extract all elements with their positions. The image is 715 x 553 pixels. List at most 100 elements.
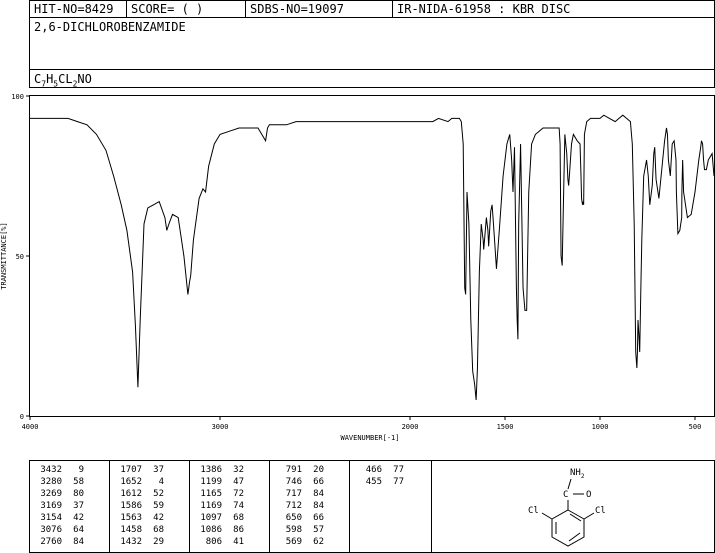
- peak-row: 466 77: [350, 464, 404, 476]
- peak-wavenumber: 3076: [40, 525, 62, 535]
- amide-nh2-label: NH2: [570, 468, 585, 480]
- chlorine-left-label: Cl: [528, 506, 539, 516]
- peak-row: 650 66: [270, 512, 324, 524]
- peak-transmittance: 72: [233, 489, 244, 499]
- peak-transmittance: 59: [153, 501, 164, 511]
- peak-wavenumber: 1386: [200, 465, 222, 475]
- peak-wavenumber: 569: [285, 537, 302, 547]
- divider: [189, 461, 190, 552]
- peak-transmittance: 57: [313, 525, 324, 535]
- peak-wavenumber: 3154: [40, 513, 62, 523]
- peak-transmittance: 37: [73, 501, 84, 511]
- peak-transmittance: 74: [233, 501, 244, 511]
- bond-c-n: [567, 478, 572, 490]
- carbonyl-oxygen-label: O: [586, 490, 591, 500]
- x-tick-label: 1000: [592, 423, 609, 431]
- peak-row: 3169 37: [30, 500, 84, 512]
- y-tick-label: 100: [11, 93, 24, 101]
- x-tick-label: 3000: [212, 423, 229, 431]
- peak-transmittance: 77: [393, 465, 404, 475]
- peak-row: 2760 84: [30, 536, 84, 548]
- peak-wavenumber: 791: [285, 465, 302, 475]
- peak-wavenumber: 746: [285, 477, 302, 487]
- peak-wavenumber: 598: [285, 525, 302, 535]
- peak-transmittance: 64: [73, 525, 84, 535]
- plot-frame: [29, 95, 715, 417]
- x-tick-label: 2000: [402, 423, 419, 431]
- peak-wavenumber: 1432: [120, 537, 142, 547]
- peak-wavenumber: 1612: [120, 489, 142, 499]
- peak-transmittance: 66: [313, 513, 324, 523]
- peak-transmittance: 84: [313, 501, 324, 511]
- peak-column: 791 20 746 66 717 84 712 84 650 66 598 57 569 62: [270, 461, 324, 552]
- bond-ring-cl-left: [541, 512, 553, 520]
- peak-transmittance: 58: [73, 477, 84, 487]
- peak-wavenumber: 1169: [200, 501, 222, 511]
- peak-row: 1169 74: [190, 500, 244, 512]
- peak-wavenumber: 1458: [120, 525, 142, 535]
- benzene-ring: [551, 509, 585, 547]
- ring-double-bond: [569, 513, 582, 522]
- peak-wavenumber: 712: [285, 501, 302, 511]
- peak-transmittance: 84: [313, 489, 324, 499]
- peak-row: 1165 72: [190, 488, 244, 500]
- peak-transmittance: 68: [233, 513, 244, 523]
- peak-wavenumber: 1707: [120, 465, 142, 475]
- peak-transmittance: 42: [73, 513, 84, 523]
- peak-transmittance: 47: [233, 477, 244, 487]
- peak-transmittance: 9: [78, 465, 84, 475]
- y-axis-label: TRANSMITTANCE[%]: [0, 222, 8, 289]
- peak-transmittance: 4: [158, 477, 164, 487]
- peak-transmittance: 32: [233, 465, 244, 475]
- peak-wavenumber: 1165: [200, 489, 222, 499]
- peak-row: 1086 86: [190, 524, 244, 536]
- peak-row: 1707 37: [110, 464, 164, 476]
- peak-wavenumber: 3432: [40, 465, 62, 475]
- peak-wavenumber: 1652: [120, 477, 142, 487]
- peak-table: 3432 9 3280 58 3269 80 3169 37 3154 42 3076 64 2760 8…: [29, 460, 715, 553]
- peak-row: 746 66: [270, 476, 324, 488]
- peak-wavenumber: 2760: [40, 537, 62, 547]
- divider: [349, 461, 350, 552]
- peak-row: 569 62: [270, 536, 324, 548]
- peak-transmittance: 52: [153, 489, 164, 499]
- peak-row: 1386 32: [190, 464, 244, 476]
- peak-transmittance: 62: [313, 537, 324, 547]
- peak-wavenumber: 455: [365, 477, 382, 487]
- spectrum-line: [30, 114, 715, 401]
- peak-wavenumber: 3280: [40, 477, 62, 487]
- peak-transmittance: 41: [233, 537, 244, 547]
- peak-row: 717 84: [270, 488, 324, 500]
- peak-row: 1563 42: [110, 512, 164, 524]
- structure-diagram: NH2 C O Cl Cl: [528, 468, 606, 547]
- x-tick-label: 500: [689, 423, 702, 431]
- carbonyl-carbon-label: C: [563, 490, 568, 500]
- peak-column: 1386 32 1199 47 1165 72 1169 74 1097 68 1086 86 806 4…: [190, 461, 244, 552]
- peak-wavenumber: 650: [285, 513, 302, 523]
- x-tick-label: 4000: [22, 423, 39, 431]
- peak-transmittance: 86: [233, 525, 244, 535]
- ir-spectrum-chart: 0 50 100 4000 3000 2000 1500 1000 500 WAVENUMBE…: [0, 93, 715, 442]
- peak-column: 1707 37 1652 4 1612 52 1586 59 1563 42 1458 68 1432 2…: [110, 461, 164, 552]
- peak-column: 3432 9 3280 58 3269 80 3169 37 3154 42 3076 64 2760 8…: [30, 461, 84, 552]
- peak-row: 598 57: [270, 524, 324, 536]
- peak-wavenumber: 1097: [200, 513, 222, 523]
- peak-transmittance: 66: [313, 477, 324, 487]
- peak-transmittance: 84: [73, 537, 84, 547]
- peak-row: 1612 52: [110, 488, 164, 500]
- peak-row: 806 41: [190, 536, 244, 548]
- peak-row: 791 20: [270, 464, 324, 476]
- peak-row: 1432 29: [110, 536, 164, 548]
- y-tick-label: 50: [16, 253, 24, 261]
- peak-row: 1097 68: [190, 512, 244, 524]
- peak-row: 455 77: [350, 476, 404, 488]
- peak-transmittance: 80: [73, 489, 84, 499]
- peak-wavenumber: 3269: [40, 489, 62, 499]
- peak-row: 1199 47: [190, 476, 244, 488]
- peak-wavenumber: 3169: [40, 501, 62, 511]
- peak-wavenumber: 466: [365, 465, 382, 475]
- peak-wavenumber: 1199: [200, 477, 222, 487]
- peak-transmittance: 37: [153, 465, 164, 475]
- peak-wavenumber: 806: [205, 537, 222, 547]
- peak-row: 3269 80: [30, 488, 84, 500]
